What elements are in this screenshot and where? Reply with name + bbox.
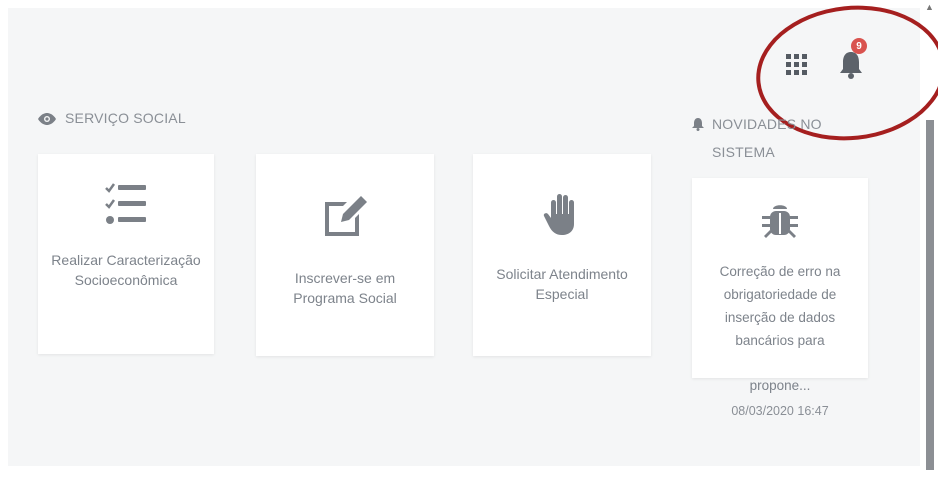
card-socioeconomic[interactable]: Realizar Caracterização Socioeconômica <box>38 154 214 354</box>
news-item-card[interactable]: Correção de erro na obrigatoriedade de i… <box>692 178 868 378</box>
services-section-title: SERVIÇO SOCIAL <box>37 110 186 129</box>
news-section-title: NOVIDADES NO SISTEMA <box>692 110 872 166</box>
bug-icon <box>760 200 800 240</box>
card-label: Inscrever-se em Programa Social <box>293 270 397 306</box>
news-item-text-overflow: propone... <box>749 378 811 393</box>
notifications-badge[interactable]: 9 <box>851 38 867 54</box>
hand-icon <box>542 192 582 236</box>
eye-icon <box>37 110 57 129</box>
card-social-program[interactable]: Inscrever-se em Programa Social <box>256 154 434 356</box>
bell-icon <box>692 110 704 140</box>
news-title-text: NOVIDADES NO SISTEMA <box>712 116 822 160</box>
news-item-date: 08/03/2020 16:47 <box>731 404 829 418</box>
services-title-text: SERVIÇO SOCIAL <box>65 110 186 126</box>
card-label: Realizar Caracterização Socioeconômica <box>51 252 201 288</box>
news-item-text: Correção de erro na obrigatoriedade de i… <box>719 264 841 348</box>
checklist-icon <box>104 182 148 228</box>
edit-icon <box>321 194 369 238</box>
card-label: Solicitar Atendimento Especial <box>496 266 628 302</box>
scroll-up-arrow-icon[interactable]: ▲ <box>925 2 934 12</box>
scrollbar-thumb[interactable] <box>926 120 934 470</box>
apps-grid-icon[interactable] <box>786 54 808 76</box>
card-special-service[interactable]: Solicitar Atendimento Especial <box>473 154 651 356</box>
